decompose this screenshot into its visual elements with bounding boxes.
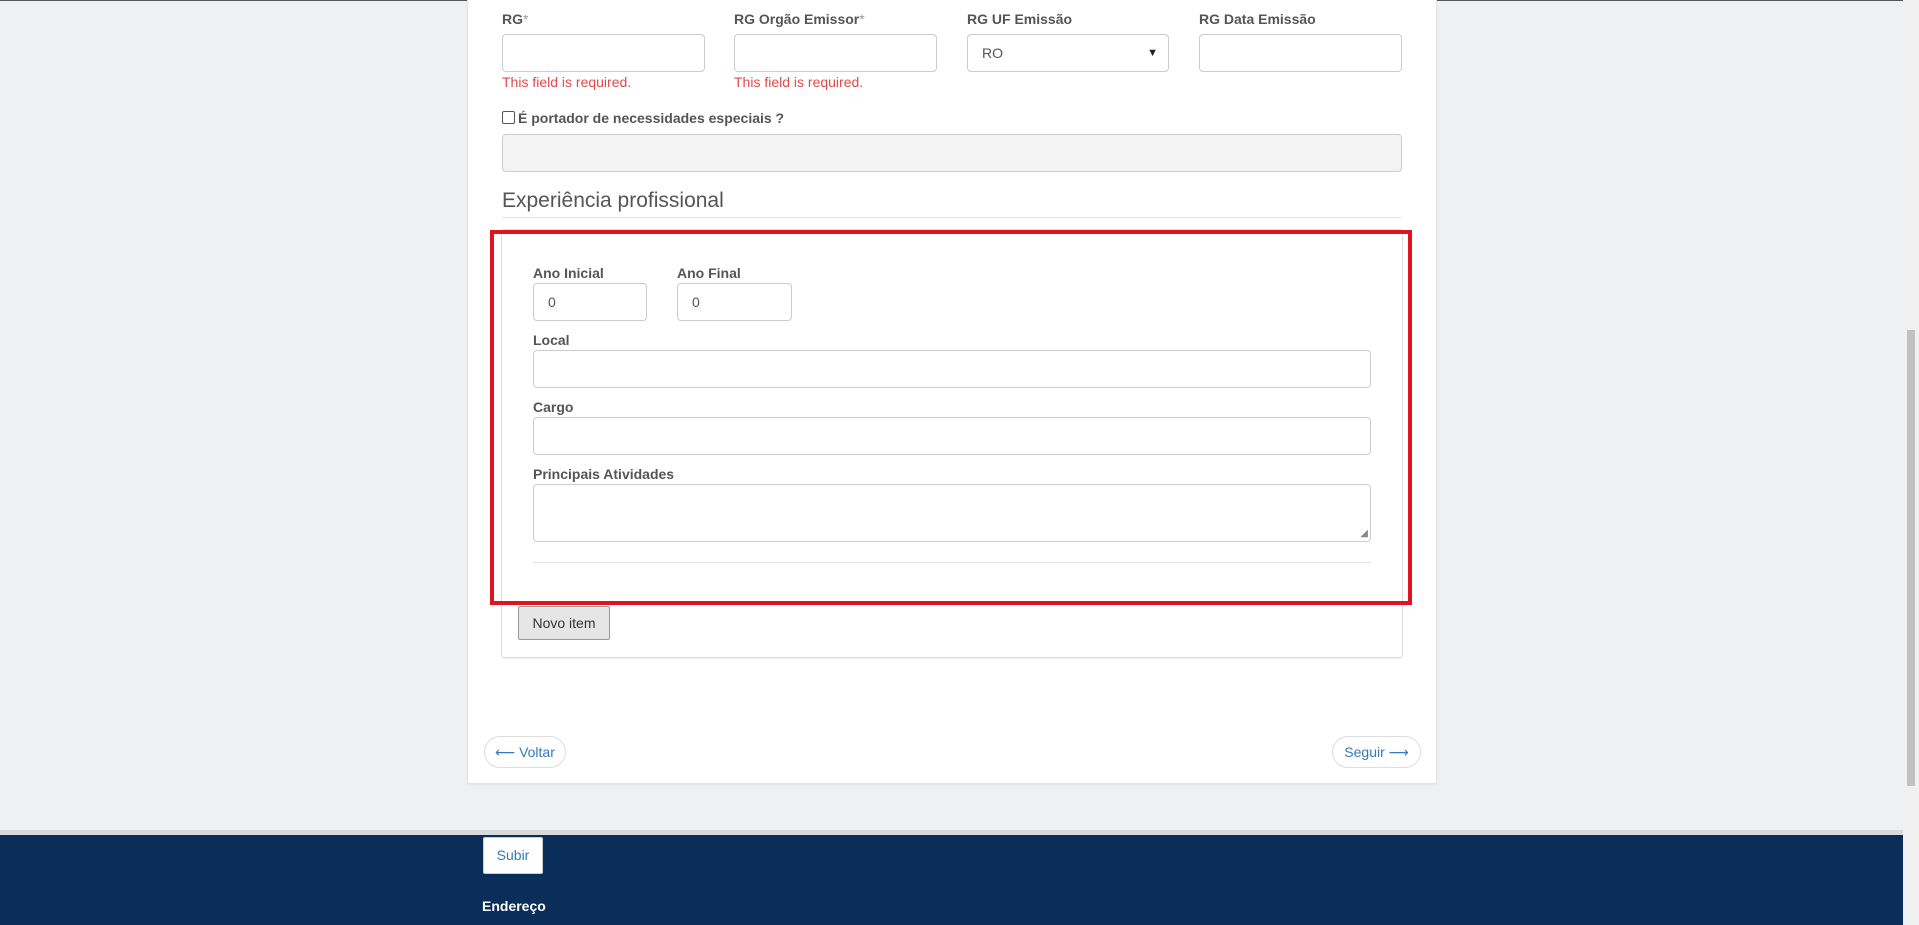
rg-error: This field is required.: [502, 74, 632, 90]
scrollbar-thumb[interactable]: [1907, 330, 1915, 786]
special-needs-details-input: [502, 134, 1402, 172]
experience-section-title: Experiência profissional: [502, 189, 724, 212]
seguir-button[interactable]: Seguir ⟶: [1332, 736, 1421, 768]
rg-orgao-error: This field is required.: [734, 74, 864, 90]
highlight-box: [490, 230, 1412, 605]
rg-data-input[interactable]: [1199, 34, 1402, 72]
special-needs-checkbox[interactable]: [502, 111, 515, 124]
rg-uf-label: RG UF Emissão: [967, 11, 1073, 27]
subir-button[interactable]: Subir: [483, 837, 543, 874]
rg-uf-selected-value: RO: [982, 45, 1003, 61]
rg-input[interactable]: [502, 34, 705, 72]
voltar-button[interactable]: ⟵ Voltar: [484, 736, 566, 768]
site-footer: [0, 830, 1903, 925]
rg-label: RG*: [502, 11, 529, 27]
rg-orgao-input[interactable]: [734, 34, 937, 72]
footer-endereco-heading: Endereço: [482, 898, 546, 914]
rg-orgao-label: RG Orgão Emissor*: [734, 11, 865, 27]
section-divider: [502, 217, 1402, 218]
chevron-down-icon: ▼: [1147, 47, 1158, 59]
special-needs-label: É portador de necessidades especiais ?: [518, 110, 785, 126]
rg-uf-select[interactable]: RO ▼: [967, 34, 1169, 72]
rg-data-label: RG Data Emissão: [1199, 11, 1316, 27]
novo-item-button[interactable]: Novo item: [518, 606, 610, 640]
vertical-scrollbar[interactable]: [1903, 0, 1919, 920]
